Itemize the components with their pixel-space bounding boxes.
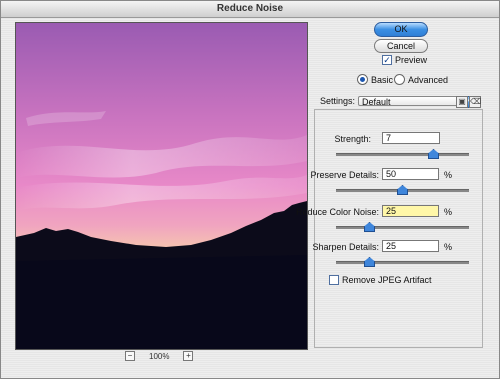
remove-jpeg-checkbox[interactable]: Remove JPEG Artifact [329,275,432,285]
radio-basic-label: Basic [371,74,394,85]
zoom-in-button[interactable]: + [183,351,194,361]
sharpen-details-label: Sharpen Details: [312,242,379,252]
reduce-color-noise-label: Reduce Color Noise: [295,207,379,217]
radio-basic[interactable]: Basic [357,74,393,85]
sharpen-details-slider-track[interactable] [336,261,469,264]
dialog-title: Reduce Noise [1,1,499,18]
settings-label: Settings: [320,96,356,106]
reduce-color-noise-field[interactable]: 25 [382,205,439,217]
checkbox-checked-icon[interactable]: ✓ [382,55,392,65]
zoom-controls: − 100% + [125,350,194,362]
checkbox-unchecked-icon[interactable] [329,275,339,285]
sunset-silhouette [16,111,307,349]
reduce-noise-dialog: Reduce Noise − 100% + OK Cancel ✓ Previe… [0,0,500,379]
settings-select-value: Default [362,97,391,107]
preview-checkbox-label: Preview [395,55,428,65]
radio-selected-icon[interactable] [357,74,368,85]
preview-image[interactable] [15,22,308,350]
radio-unselected-icon[interactable] [394,74,405,85]
sharpen-details-field[interactable]: 25 [382,240,439,252]
preview-checkbox[interactable]: ✓ Preview [382,55,427,65]
radio-advanced[interactable]: Advanced [394,74,448,85]
zoom-level: 100% [149,351,170,361]
reduce-color-noise-unit: % [444,207,453,217]
strength-label: Strength: [334,134,371,144]
preserve-details-label: Preserve Details: [310,170,379,180]
cancel-button[interactable]: Cancel [374,39,428,53]
zoom-out-button[interactable]: − [125,351,135,361]
delete-settings-icon[interactable]: ⌫ [469,96,481,108]
radio-advanced-label: Advanced [408,74,449,85]
preserve-details-field[interactable]: 50 [382,168,439,180]
sharpen-details-unit: % [444,242,453,252]
preserve-details-unit: % [444,170,453,180]
ok-button[interactable]: OK [374,22,428,37]
save-settings-icon[interactable]: ▣ [456,96,468,108]
strength-slider-track[interactable] [336,153,469,156]
strength-field[interactable]: 7 [382,132,440,144]
settings-row: Settings: Default ▾ [320,96,475,108]
remove-jpeg-label: Remove JPEG Artifact [342,275,432,285]
reduce-color-noise-slider-track[interactable] [336,226,469,229]
